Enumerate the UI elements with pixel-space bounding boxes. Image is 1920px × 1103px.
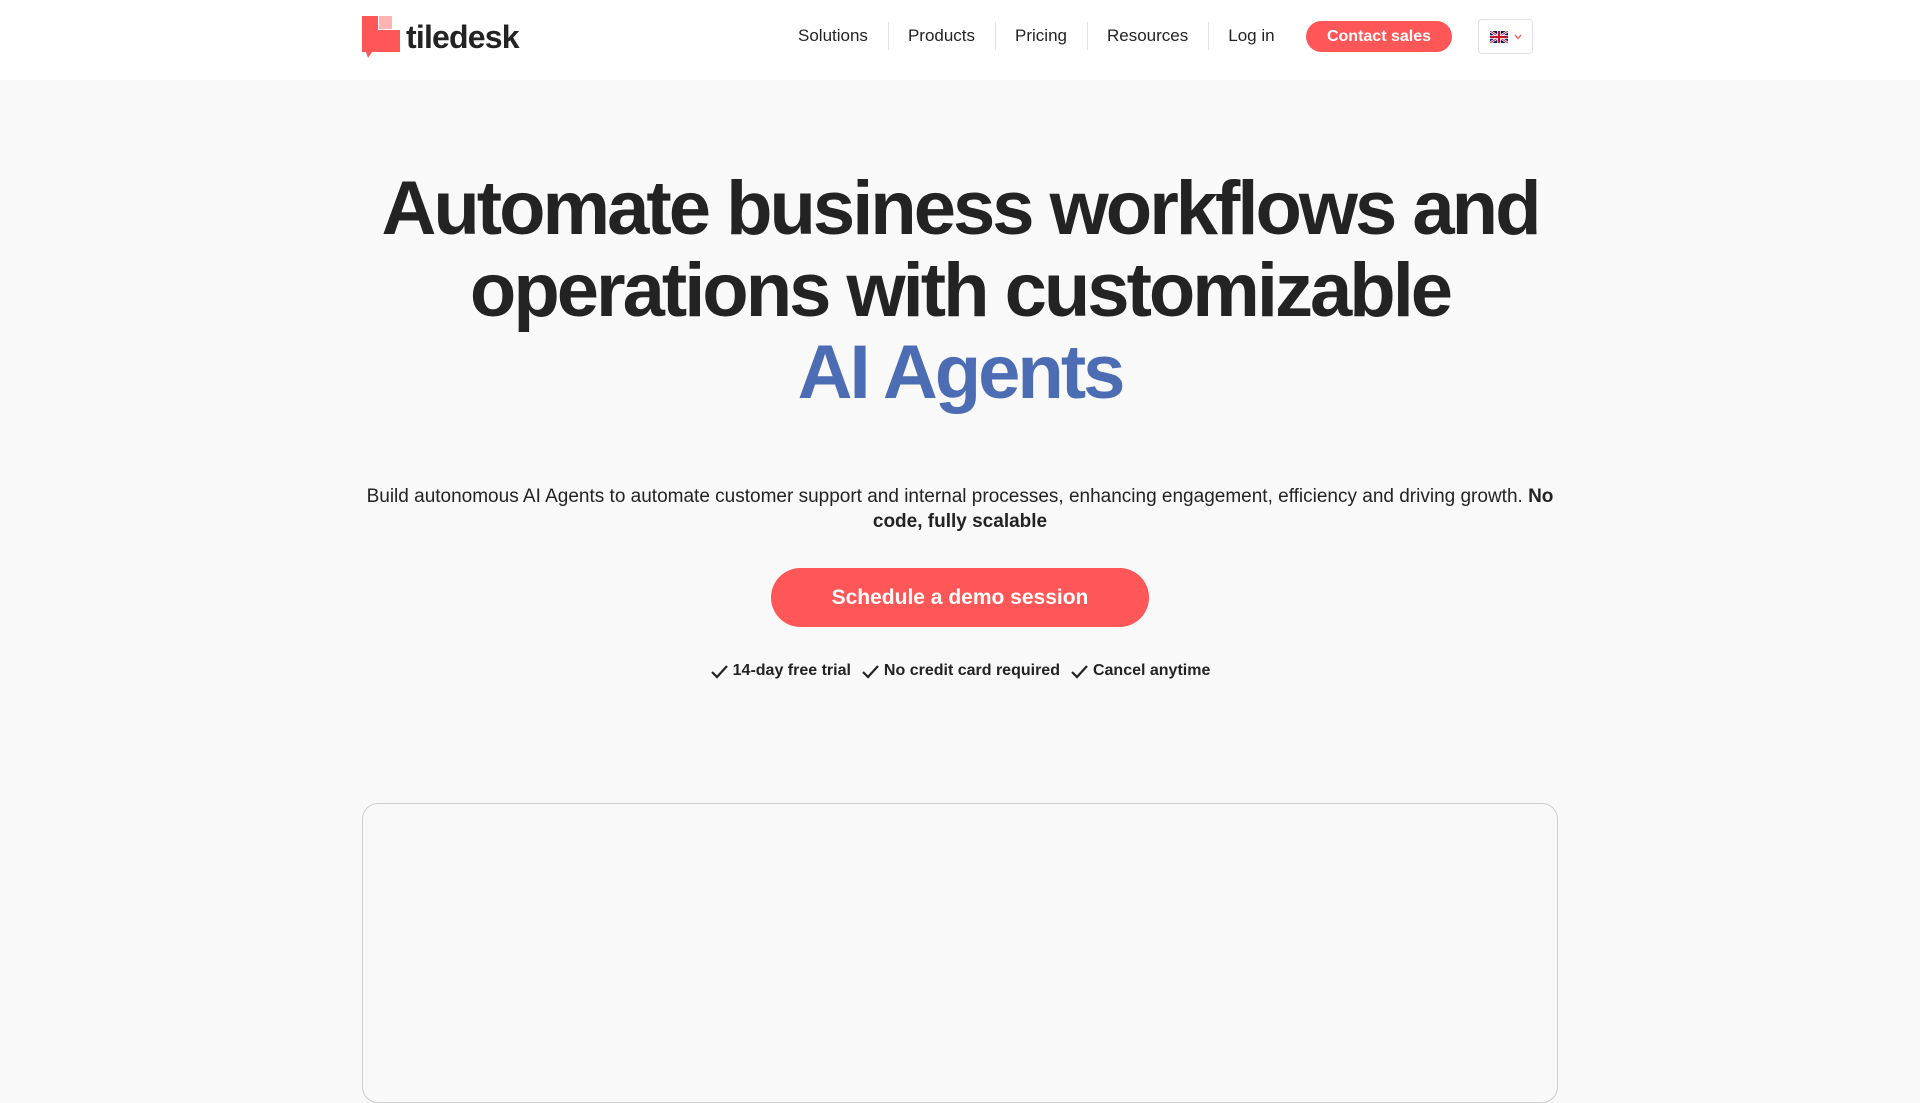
check-icon — [1071, 664, 1088, 679]
feature-item: 14-day free trial — [710, 662, 851, 680]
hero-title-line2: operations with customizable — [469, 248, 1453, 333]
tiledesk-logo-icon — [362, 16, 400, 58]
schedule-demo-button[interactable]: Schedule a demo session — [771, 568, 1149, 627]
language-selector[interactable] — [1478, 19, 1533, 54]
feature-label: Cancel anytime — [1092, 662, 1211, 679]
hero-title-line1: Automate business workflows and — [381, 166, 1542, 251]
hero-title: Automate business workflows and operatio… — [0, 168, 1920, 414]
brand-name: tiledesk — [406, 18, 520, 55]
tiledesk-logo[interactable]: tiledesk — [362, 16, 520, 58]
check-icon — [710, 664, 728, 679]
check-icon — [862, 664, 879, 679]
nav-solutions[interactable]: Solutions — [778, 20, 888, 52]
nav-products[interactable]: Products — [887, 20, 995, 52]
feature-list: 14-day free trial No credit card require… — [0, 662, 1920, 680]
site-header: tiledesk Solutions Products Pricing Reso… — [0, 0, 1920, 80]
chevron-down-icon — [1514, 34, 1521, 39]
uk-flag-icon — [1489, 30, 1508, 43]
hero-title-accent: AI Agents — [797, 330, 1126, 415]
feature-label: No credit card required — [883, 662, 1060, 679]
nav-resources[interactable]: Resources — [1087, 20, 1208, 52]
hero-subtitle: Build autonomous AI Agents to automate c… — [360, 484, 1560, 534]
feature-label: 14-day free trial — [732, 662, 851, 679]
nav-login[interactable]: Log in — [1208, 20, 1294, 52]
main-nav: Solutions Products Pricing Resources Log… — [778, 20, 1295, 52]
nav-pricing[interactable]: Pricing — [995, 20, 1087, 52]
hero-subtitle-text: Build autonomous AI Agents to automate c… — [366, 486, 1523, 507]
feature-item: Cancel anytime — [1070, 662, 1210, 680]
contact-sales-button[interactable]: Contact sales — [1306, 21, 1452, 52]
video-placeholder — [362, 803, 1558, 1103]
feature-item: No credit card required — [861, 662, 1060, 680]
